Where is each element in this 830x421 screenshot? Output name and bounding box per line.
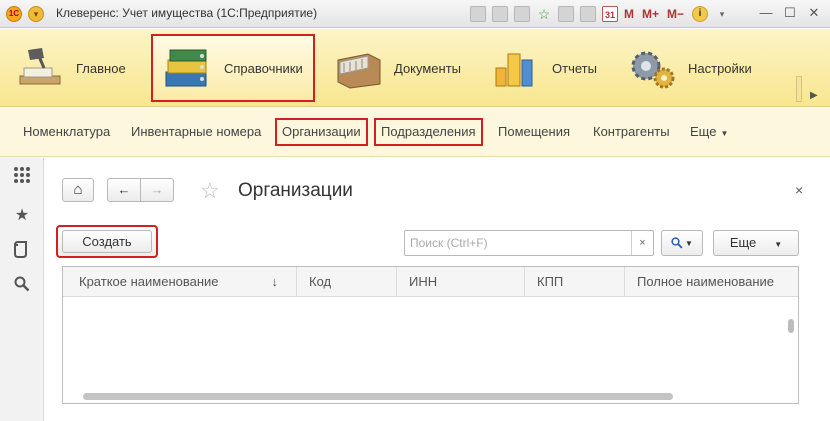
search-field: × — [404, 230, 654, 256]
favorites-list-icon[interactable] — [558, 6, 574, 22]
add-favorite-icon[interactable]: ☆ — [536, 6, 552, 22]
minimize-button[interactable]: — — [756, 4, 776, 22]
memory-m-button[interactable]: M — [624, 6, 634, 22]
section-settings[interactable]: Настройки — [626, 35, 766, 101]
subnav-item-nomenclature[interactable]: Номенклатура — [17, 119, 116, 145]
close-form-icon[interactable]: × — [795, 182, 803, 198]
section-label: Документы — [394, 60, 462, 76]
window-title-bar: 1С ▾ Клеверенс: Учет имущества (1С:Предп… — [0, 0, 830, 28]
search-clear-icon[interactable]: × — [631, 231, 653, 255]
arrow-left-icon: ← — [117, 182, 131, 197]
desk-lamp-icon — [14, 46, 66, 90]
subnav-more-label: Еще — [690, 124, 717, 139]
subnav-item-inventory-numbers[interactable]: Инвентарные номера — [125, 119, 267, 145]
sections-scroll-handle[interactable] — [796, 76, 802, 102]
vertical-scroll-thumb[interactable] — [788, 319, 794, 333]
memory-mplus-button[interactable]: M+ — [642, 6, 659, 22]
table-header: Краткое наименование ↓ Код ИНН КПП Полно… — [63, 267, 798, 297]
section-subnav: Номенклатура Инвентарные номера Организа… — [0, 107, 830, 157]
sections-scroll-right-icon[interactable]: ▶ — [810, 90, 818, 101]
calendar-icon[interactable]: 31 — [602, 6, 618, 22]
favorites-button[interactable]: ★ — [10, 204, 34, 228]
horizontal-scroll-thumb[interactable] — [83, 393, 673, 400]
file-cabinet-icon — [332, 46, 384, 90]
print-icon[interactable] — [492, 6, 508, 22]
binders-icon — [162, 46, 214, 90]
history-button[interactable] — [10, 240, 34, 264]
section-label: Настройки — [688, 60, 752, 76]
maximize-button[interactable]: ☐ — [780, 4, 800, 22]
section-catalogs[interactable]: Справочники — [151, 34, 315, 102]
add-to-favorites-star-icon[interactable]: ☆ — [200, 178, 220, 204]
save-icon[interactable] — [470, 6, 486, 22]
global-search-button[interactable] — [10, 276, 34, 300]
home-icon: ⌂ — [73, 181, 83, 198]
info-icon[interactable]: i — [692, 6, 709, 22]
all-functions-button[interactable] — [10, 166, 34, 190]
sort-down-icon: ↓ — [271, 274, 279, 289]
organizations-table[interactable]: Краткое наименование ↓ Код ИНН КПП Полно… — [62, 266, 799, 404]
subnav-item-departments[interactable]: Подразделения — [374, 118, 483, 146]
gears-icon — [626, 46, 678, 90]
create-button-frame: Создать — [56, 225, 158, 258]
column-label: Краткое наименование — [79, 274, 219, 289]
more-actions-button[interactable]: Еще ▼ — [713, 230, 799, 256]
bar-chart-icon — [490, 46, 542, 90]
chevron-down-icon: ▼ — [774, 240, 783, 249]
section-label: Отчеты — [552, 60, 597, 76]
column-short-name[interactable]: Краткое наименование ↓ — [63, 267, 297, 297]
section-main[interactable]: Главное — [14, 35, 144, 101]
close-window-button[interactable]: ✕ — [804, 4, 824, 22]
calculator-icon[interactable] — [580, 6, 596, 22]
search-input[interactable] — [405, 231, 629, 255]
history-icon — [13, 241, 27, 258]
star-icon: ★ — [14, 207, 30, 224]
section-documents[interactable]: Документы — [332, 35, 472, 101]
more-actions-label: Еще — [729, 235, 757, 250]
memory-mminus-button[interactable]: M− — [667, 6, 684, 22]
grid-menu-icon — [14, 167, 30, 183]
table-horizontal-scrollbar[interactable] — [63, 389, 798, 403]
forward-button[interactable]: → — [140, 178, 174, 202]
search-mode-button[interactable]: ▼ — [661, 230, 703, 256]
section-label: Главное — [76, 60, 126, 76]
chevron-down-icon: ▼ — [720, 129, 729, 138]
home-button[interactable]: ⌂ — [62, 178, 94, 202]
preview-icon[interactable] — [514, 6, 530, 22]
form-organizations: ⌂ ← → ☆ Организации × Создать × ▼ Еще ▼ К… — [45, 158, 830, 421]
column-code[interactable]: Код — [297, 267, 397, 297]
column-inn[interactable]: ИНН — [397, 267, 525, 297]
info-menu-chevron-icon[interactable]: ▾ — [714, 6, 730, 22]
chevron-down-icon: ▼ — [685, 239, 693, 248]
column-kpp[interactable]: КПП — [525, 267, 625, 297]
subnav-item-counterparties[interactable]: Контрагенты — [587, 119, 676, 145]
subnav-more-menu[interactable]: Еще ▼ — [684, 119, 734, 145]
tool-panel: ★ — [0, 158, 44, 421]
main-menu-icon[interactable]: ▾ — [28, 6, 44, 22]
subnav-item-organizations[interactable]: Организации — [275, 118, 368, 146]
app-logo-icon[interactable]: 1С — [6, 6, 22, 22]
back-button[interactable]: ← — [107, 178, 141, 202]
window-title: Клеверенс: Учет имущества (1С:Предприяти… — [56, 6, 318, 20]
table-vertical-scrollbar[interactable] — [785, 297, 797, 403]
section-label: Справочники — [224, 60, 303, 76]
search-icon — [14, 276, 30, 292]
page-title: Организации — [238, 180, 353, 201]
section-reports[interactable]: Отчеты — [490, 35, 610, 101]
title-toolbar: ☆ 31 M M+ M− i ▾ — [470, 5, 736, 23]
subnav-item-premises[interactable]: Помещения — [492, 119, 576, 145]
sections-panel: Главное Справочники Документы Отчеты Нас… — [0, 29, 830, 107]
column-full-name[interactable]: Полное наименование — [625, 267, 798, 297]
arrow-right-icon: → — [150, 182, 164, 197]
search-icon — [671, 237, 683, 249]
create-button[interactable]: Создать — [62, 230, 152, 253]
